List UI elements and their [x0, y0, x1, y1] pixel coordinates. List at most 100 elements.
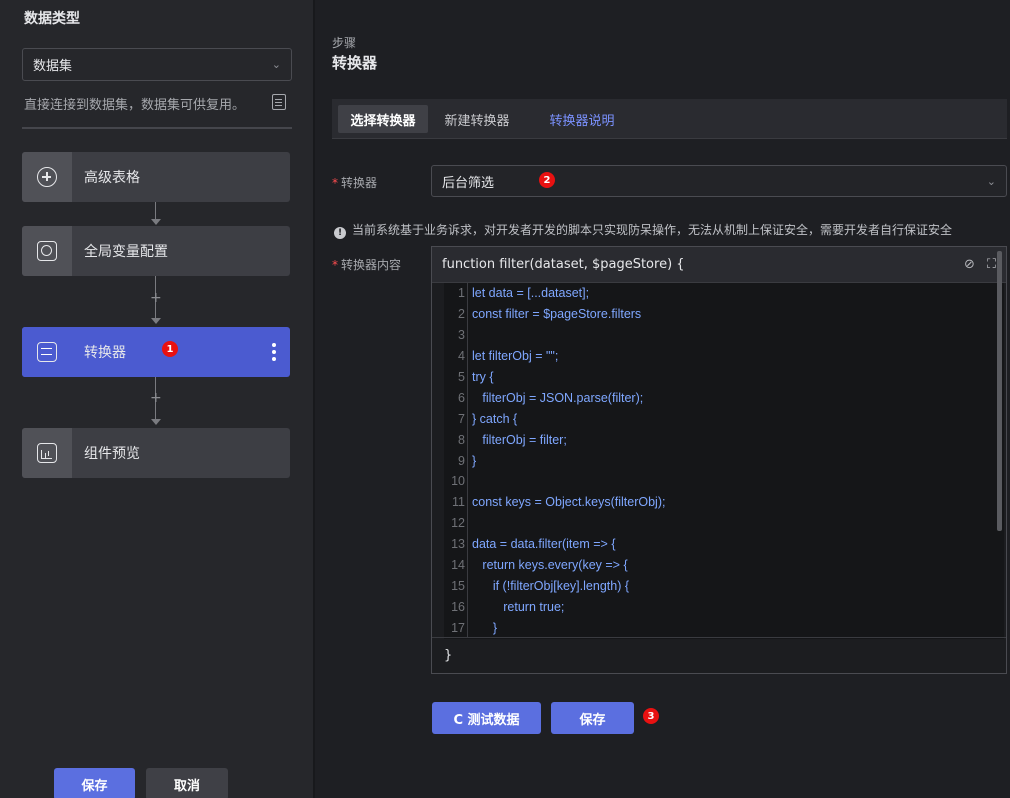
circle-plus-icon [22, 152, 72, 202]
flow-connector [155, 202, 156, 220]
code-line: 6 filterObj = JSON.parse(filter); [444, 387, 1004, 409]
line-number: 13 [444, 533, 468, 555]
chart-preview-icon [22, 428, 72, 478]
editor-header: function filter(dataset, $pageStore) { ⊘… [432, 247, 1006, 283]
line-number: 16 [444, 596, 468, 618]
arrow-down-icon [151, 419, 161, 425]
code-line: 16 return true; [444, 596, 1004, 618]
step-badge-2: 2 [539, 172, 555, 188]
code-line: 7 } catch { [444, 408, 1004, 430]
converter-select-value: 后台筛选 [442, 175, 495, 191]
code-text: } catch { [472, 411, 518, 426]
tab-new-converter[interactable]: 新建转换器 [432, 105, 522, 133]
code-line: 11 const keys = Object.keys(filterObj); [444, 491, 1004, 513]
converter-tabs: 选择转换器 新建转换器 转换器说明 [332, 99, 1007, 139]
code-text: filterObj = filter; [472, 432, 567, 447]
data-type-select[interactable]: 数据集 ⌄ [22, 48, 292, 81]
code-line: 10 [444, 471, 1004, 492]
line-number: 15 [444, 575, 468, 597]
code-text: return keys.every(key => { [472, 558, 628, 573]
info-icon: ! [334, 227, 346, 239]
left-save-button[interactable]: 保存 [54, 768, 135, 798]
code-line: 15 if (!filterObj[key].length) { [444, 575, 1004, 597]
code-text: const filter = $pageStore.filters [472, 307, 642, 322]
code-line: 8 filterObj = filter; [444, 429, 1004, 451]
code-line: 17 } [444, 617, 1004, 639]
editor-scrollbar[interactable] [997, 251, 1002, 531]
function-closing: } [432, 637, 1006, 673]
tab-select-converter[interactable]: 选择转换器 [338, 105, 428, 133]
code-line: 3 [444, 324, 1004, 346]
line-number: 8 [444, 429, 468, 451]
security-warning: ! 当前系统基于业务诉求，对开发者开发的脚本只实现防呆操作，无法从机制上保证安全，… [334, 221, 952, 239]
line-number: 3 [444, 324, 468, 346]
code-line: 2 const filter = $pageStore.filters [444, 303, 1004, 325]
flow-node-label: 转换器 [84, 345, 126, 361]
code-line: 12 [444, 512, 1004, 534]
step-label: 步骤 [332, 36, 357, 50]
flow-node-component-preview[interactable]: 组件预览 [22, 428, 290, 478]
code-line: 4 let filterObj = ""; [444, 345, 1004, 367]
document-icon[interactable] [272, 94, 286, 110]
converter-icon [22, 327, 72, 377]
converter-field-label: * 转换器 [332, 176, 378, 190]
chevron-down-icon: ⌄ [986, 174, 996, 188]
data-type-title: 数据类型 [24, 11, 80, 27]
more-vertical-icon[interactable] [272, 343, 276, 361]
code-text: } [472, 620, 498, 635]
line-number: 1 [444, 283, 468, 304]
code-line: 5 try { [444, 366, 1004, 388]
flow-node-label: 组件预览 [84, 446, 140, 462]
line-number: 9 [444, 450, 468, 472]
code-text: if (!filterObj[key].length) { [472, 578, 630, 593]
divider [22, 127, 292, 129]
code-text: try { [472, 370, 494, 384]
converter-content-label: * 转换器内容 [332, 258, 402, 272]
code-area[interactable]: 1 let data = [...dataset]; 2 const filter =… [444, 283, 1004, 639]
left-cancel-button[interactable]: 取消 [146, 768, 228, 798]
line-number: 14 [444, 554, 468, 576]
code-line: 13 data = data.filter(item => { [444, 533, 1004, 555]
line-number: 17 [444, 617, 468, 639]
line-number: 10 [444, 471, 468, 492]
line-number: 12 [444, 512, 468, 534]
code-text: } [472, 453, 477, 468]
step-badge-3: 3 [643, 708, 659, 724]
save-button[interactable]: 保存 [551, 702, 634, 734]
panel-divider [313, 0, 315, 798]
line-number: 11 [444, 491, 468, 513]
code-line: 9} [444, 450, 1004, 472]
code-text: filterObj = JSON.parse(filter); [472, 390, 644, 405]
format-code-icon[interactable]: ⊘ [964, 257, 975, 272]
arrow-down-icon [151, 219, 161, 225]
code-line: 1 let data = [...dataset]; [444, 283, 1004, 304]
code-text: let data = [...dataset]; [472, 286, 590, 301]
step-badge-1: 1 [162, 341, 178, 357]
code-line: 14 return keys.every(key => { [444, 554, 1004, 576]
flow-node-label: 高级表格 [84, 170, 140, 186]
code-text: return true; [472, 599, 565, 614]
converter-select[interactable]: 后台筛选 ⌄ [431, 165, 1007, 197]
line-number: 7 [444, 408, 468, 430]
add-step-plus-icon[interactable]: + [150, 291, 162, 305]
code-editor[interactable]: function filter(dataset, $pageStore) { ⊘… [431, 246, 1007, 674]
code-text: let filterObj = ""; [472, 349, 559, 364]
add-step-plus-icon[interactable]: + [150, 391, 162, 405]
arrow-down-icon [151, 318, 161, 324]
flow-node-converter[interactable]: 转换器 [22, 327, 290, 377]
test-data-button[interactable]: C 测试数据 [432, 702, 541, 734]
line-number: 6 [444, 387, 468, 409]
data-type-select-value: 数据集 [33, 59, 73, 74]
code-text: const keys = Object.keys(filterObj); [472, 495, 666, 510]
fullscreen-icon[interactable]: ⛶ [987, 257, 996, 272]
function-signature: function filter(dataset, $pageStore) { [442, 257, 685, 272]
chevron-down-icon: ⌄ [271, 58, 281, 71]
data-type-description: 直接连接到数据集，数据集可供复用。 [24, 98, 246, 113]
line-number: 5 [444, 366, 468, 388]
left-panel: 数据类型 数据集 ⌄ 直接连接到数据集，数据集可供复用。 高级表格 全局变量配置… [0, 0, 313, 798]
flow-node-advanced-table[interactable]: 高级表格 [22, 152, 290, 202]
tab-converter-help[interactable]: 转换器说明 [542, 105, 622, 133]
code-text: data = data.filter(item => { [472, 537, 616, 552]
step-title: 转换器 [332, 54, 378, 72]
flow-node-global-variable[interactable]: 全局变量配置 [22, 226, 290, 276]
